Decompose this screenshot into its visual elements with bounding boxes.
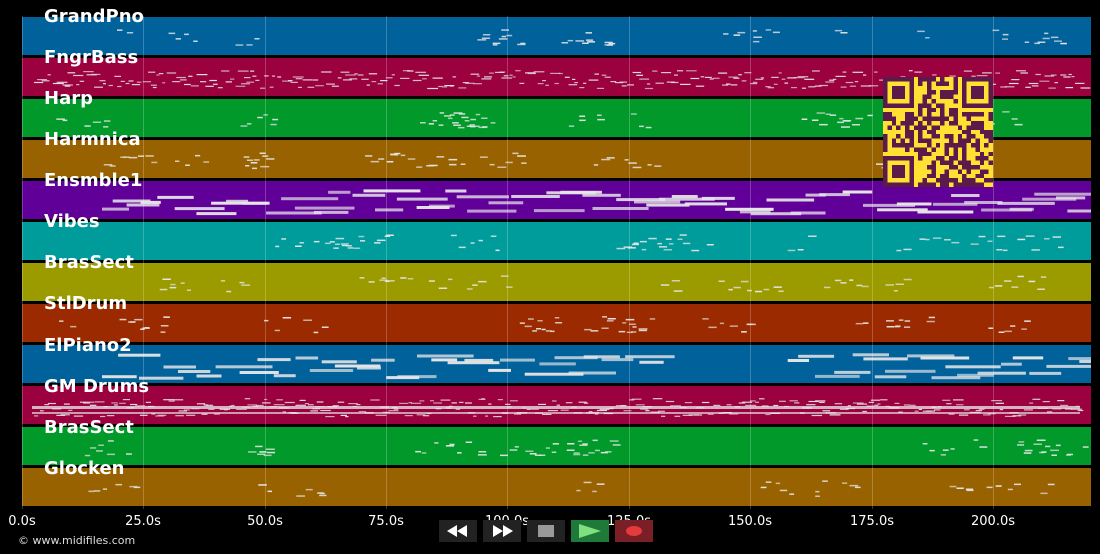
time-tick: 175.0s bbox=[850, 514, 894, 529]
track-6 bbox=[22, 262, 1091, 302]
track-notes bbox=[32, 398, 1084, 418]
qr-code bbox=[883, 77, 993, 187]
gridline bbox=[872, 16, 873, 509]
track-10 bbox=[22, 426, 1091, 466]
track-label: Ensmble1 bbox=[44, 170, 143, 191]
record-icon bbox=[626, 526, 642, 536]
track-label: Glocken bbox=[44, 458, 125, 479]
time-tick: 25.0s bbox=[125, 514, 161, 529]
track-notes bbox=[84, 439, 1089, 457]
play-button[interactable] bbox=[571, 520, 609, 542]
gridline bbox=[629, 16, 630, 509]
track-notes bbox=[275, 234, 1064, 252]
track-label: FngrBass bbox=[44, 47, 139, 68]
transport-controls bbox=[439, 520, 653, 542]
gridline bbox=[22, 16, 23, 509]
track-8 bbox=[22, 344, 1091, 384]
track-notes bbox=[59, 316, 1031, 334]
gridline bbox=[750, 16, 751, 509]
track-label: StlDrum bbox=[44, 293, 128, 314]
stop-icon bbox=[538, 525, 554, 537]
track-label: Harmnica bbox=[44, 129, 141, 150]
stop-button[interactable] bbox=[527, 520, 565, 542]
copyright-text: © www.midifiles.com bbox=[18, 534, 136, 547]
track-notes bbox=[117, 29, 1067, 46]
track-11 bbox=[22, 467, 1091, 507]
record-button[interactable] bbox=[615, 520, 653, 542]
track-label: BrasSect bbox=[44, 417, 134, 438]
track-7 bbox=[22, 303, 1091, 343]
gridline bbox=[507, 16, 508, 509]
rewind-icon bbox=[447, 525, 467, 537]
fast-forward-button[interactable] bbox=[483, 520, 521, 542]
gridline bbox=[993, 16, 994, 509]
time-tick: 200.0s bbox=[971, 514, 1015, 529]
time-tick: 150.0s bbox=[728, 514, 772, 529]
time-tick: 50.0s bbox=[247, 514, 283, 529]
track-notes bbox=[102, 353, 1091, 380]
time-tick: 0.0s bbox=[8, 514, 36, 529]
play-icon bbox=[579, 524, 601, 538]
track-label: BrasSect bbox=[44, 252, 134, 273]
gridline bbox=[386, 16, 387, 509]
gridline bbox=[143, 16, 144, 509]
track-notes bbox=[88, 480, 1055, 497]
track-label: GrandPno bbox=[44, 6, 144, 27]
track-label: Vibes bbox=[44, 211, 100, 232]
track-notes bbox=[159, 275, 1047, 293]
rewind-button[interactable] bbox=[439, 520, 477, 542]
track-9 bbox=[22, 385, 1091, 425]
track-5 bbox=[22, 221, 1091, 261]
gridline bbox=[265, 16, 266, 509]
track-label: ElPiano2 bbox=[44, 335, 132, 356]
time-tick: 75.0s bbox=[368, 514, 404, 529]
track-label: GM Drums bbox=[44, 376, 150, 397]
track-label: Harp bbox=[44, 88, 93, 109]
fast-forward-icon bbox=[493, 525, 513, 537]
track-0 bbox=[22, 16, 1091, 56]
